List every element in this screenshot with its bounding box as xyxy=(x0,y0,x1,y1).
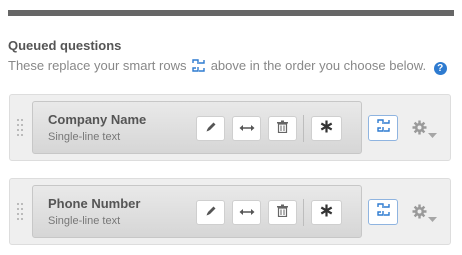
queued-question-row: Company Name Single-line text xyxy=(9,94,451,161)
trash-icon xyxy=(277,204,288,222)
pencil-icon xyxy=(205,120,217,138)
chevron-down-icon[interactable] xyxy=(428,210,437,228)
asterisk-icon xyxy=(320,204,333,222)
edit-button[interactable] xyxy=(196,200,225,225)
toolbar-divider xyxy=(303,199,304,226)
top-divider-bar xyxy=(8,10,454,16)
gear-icon[interactable] xyxy=(412,204,427,224)
resize-width-button[interactable] xyxy=(232,200,261,225)
chevron-down-icon[interactable] xyxy=(428,126,437,144)
required-toggle-button[interactable] xyxy=(311,200,342,225)
help-icon[interactable]: ? xyxy=(433,62,447,75)
pencil-icon xyxy=(205,204,217,222)
delete-button[interactable] xyxy=(268,200,297,225)
question-name: Company Name xyxy=(48,112,147,127)
resize-width-button[interactable] xyxy=(232,116,261,141)
section-title: Queued questions xyxy=(8,38,122,53)
subtitle-text-end: above in the order you choose below. xyxy=(210,58,427,73)
queued-question-row: Phone Number Single-line text xyxy=(9,178,451,245)
question-card[interactable]: Company Name Single-line text xyxy=(32,101,362,154)
drag-handle[interactable] xyxy=(17,203,25,221)
drag-handle[interactable] xyxy=(17,119,25,137)
resize-horizontal-icon xyxy=(239,204,255,222)
question-type: Single-line text xyxy=(48,215,121,227)
smart-row-button[interactable] xyxy=(368,199,398,225)
subtitle-text-start: These replace your smart rows xyxy=(8,58,187,73)
smart-row-button[interactable] xyxy=(368,115,398,141)
smart-row-icon xyxy=(192,59,205,75)
question-card[interactable]: Phone Number Single-line text xyxy=(32,185,362,238)
smart-row-icon xyxy=(376,203,390,221)
delete-button[interactable] xyxy=(268,116,297,141)
required-toggle-button[interactable] xyxy=(311,116,342,141)
resize-horizontal-icon xyxy=(239,120,255,138)
smart-row-icon xyxy=(376,119,390,137)
question-name: Phone Number xyxy=(48,196,141,211)
edit-button[interactable] xyxy=(196,116,225,141)
asterisk-icon xyxy=(320,120,333,138)
toolbar-divider xyxy=(303,115,304,142)
section-subtitle: These replace your smart rows above in t… xyxy=(8,58,447,75)
question-type: Single-line text xyxy=(48,131,121,143)
gear-icon[interactable] xyxy=(412,120,427,140)
trash-icon xyxy=(277,120,288,138)
